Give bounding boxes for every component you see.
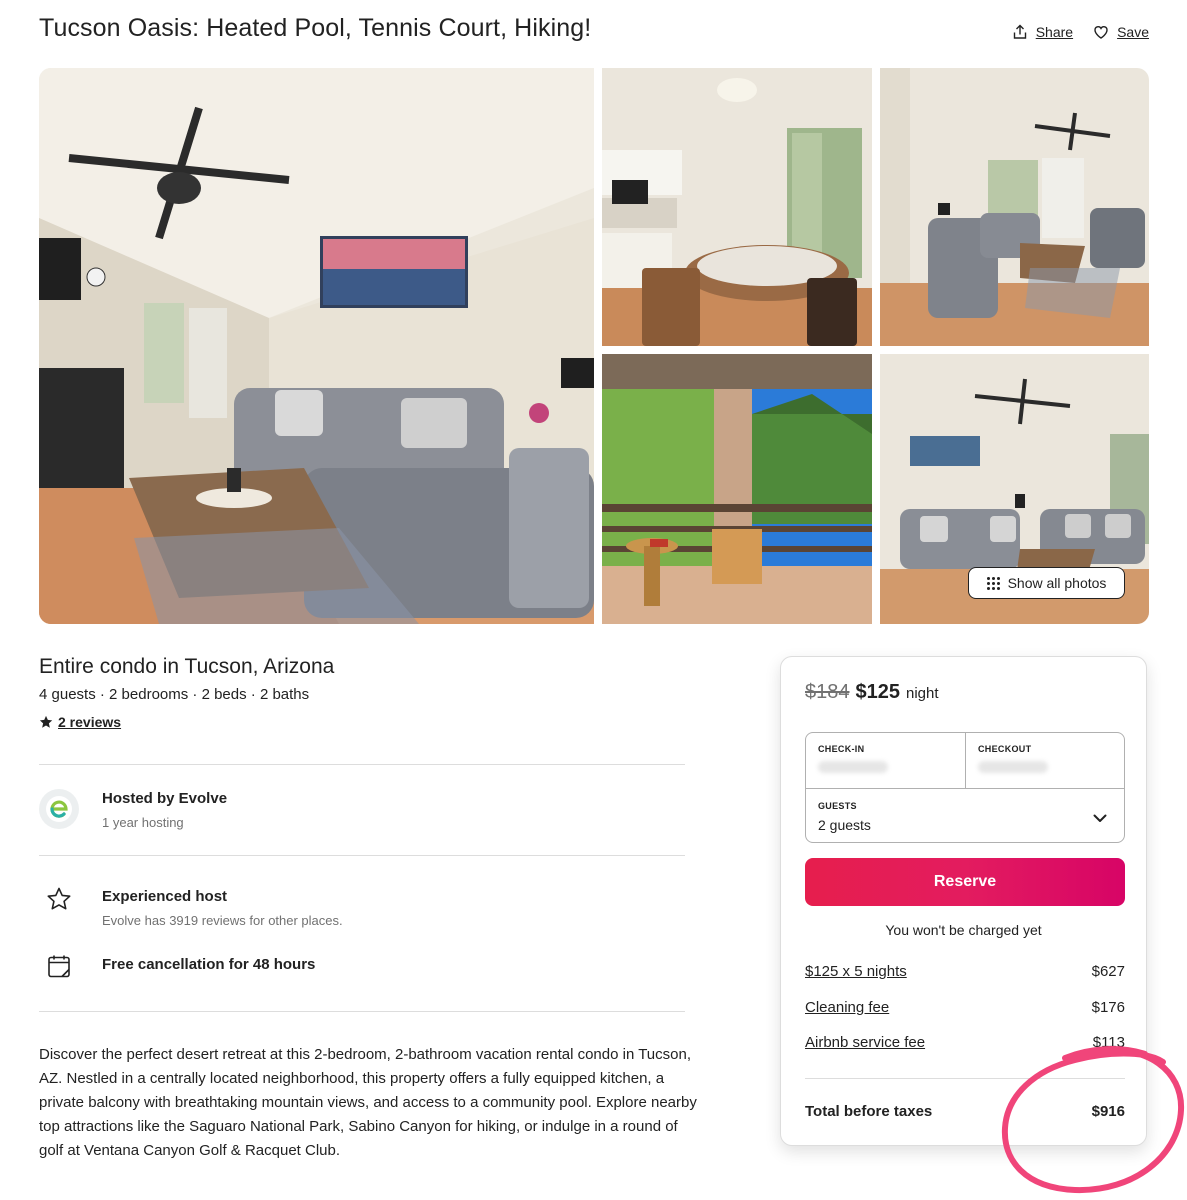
guests-value: 2 guests <box>818 817 871 833</box>
fee-row-nights: $125 x 5 nights $627 <box>805 963 1125 980</box>
booking-fields: CHECK-IN CHECKOUT GUESTS 2 guests <box>805 732 1125 843</box>
fee-row-service: Airbnb service fee $113 <box>805 1034 1125 1051</box>
fee-amount-cleaning: $176 <box>1091 999 1125 1016</box>
checkout-value-redacted <box>978 761 1048 773</box>
show-all-photos-label: Show all photos <box>1007 575 1107 591</box>
star-icon <box>39 715 53 728</box>
listing-title: Tucson Oasis: Heated Pool, Tennis Court,… <box>39 14 592 42</box>
fee-amount-service: $113 <box>1092 1034 1125 1051</box>
highlight-title-experienced-host: Experienced host <box>102 888 228 905</box>
evolve-logo-icon <box>46 796 72 822</box>
photo-kitchen[interactable] <box>602 68 872 346</box>
host-tenure: 1 year hosting <box>102 815 184 830</box>
nightly-price: $125 <box>855 681 901 703</box>
guests-label: GUESTS <box>818 801 857 811</box>
share-label: Share <box>1035 24 1074 40</box>
checkin-value-redacted <box>818 761 888 773</box>
reviews-link[interactable]: 2 reviews <box>58 714 121 730</box>
reserve-button[interactable]: Reserve <box>805 858 1125 906</box>
card-divider <box>805 1078 1125 1079</box>
photo-balcony[interactable] <box>602 354 872 624</box>
checkout-label: CHECKOUT <box>978 744 1032 754</box>
grid-icon <box>986 576 1000 590</box>
total-amount: $916 <box>1091 1103 1125 1120</box>
fee-label-nights[interactable]: $125 x 5 nights <box>805 963 907 980</box>
price-summary: $184 $125 night <box>805 681 939 704</box>
checkin-label: CHECK-IN <box>818 744 865 754</box>
star-outline-icon <box>47 887 71 910</box>
heart-icon <box>1094 26 1108 39</box>
fee-amount-nights: $627 <box>1091 963 1125 980</box>
chevron-down-icon[interactable] <box>1092 810 1108 826</box>
divider <box>39 764 685 765</box>
reviews-summary: 2 reviews <box>39 714 121 730</box>
top-actions: Share Save <box>1012 24 1149 40</box>
share-icon <box>1013 24 1026 39</box>
fee-label-cleaning[interactable]: Cleaning fee <box>805 999 889 1016</box>
host-avatar[interactable] <box>39 789 79 829</box>
price-unit: night <box>906 685 939 702</box>
divider <box>39 855 685 856</box>
highlight-subtitle-experienced-host: Evolve has 3919 reviews for other places… <box>102 913 343 928</box>
show-all-photos-button[interactable]: Show all photos <box>968 567 1125 599</box>
original-price: $184 <box>805 681 850 703</box>
highlight-title-free-cancellation: Free cancellation for 48 hours <box>102 956 316 973</box>
guests-field[interactable]: GUESTS 2 guests <box>806 790 1124 844</box>
listing-description: Discover the perfect desert retreat at t… <box>39 1046 697 1159</box>
share-button[interactable]: Share <box>1012 24 1073 40</box>
checkin-field[interactable]: CHECK-IN <box>806 733 965 789</box>
checkout-field[interactable]: CHECKOUT <box>966 733 1126 789</box>
total-label: Total before taxes <box>805 1103 933 1120</box>
total-row: Total before taxes $916 <box>805 1103 1125 1120</box>
fee-row-cleaning: Cleaning fee $176 <box>805 999 1125 1016</box>
fee-label-service[interactable]: Airbnb service fee <box>805 1034 925 1051</box>
calendar-icon <box>48 955 70 978</box>
photo-living-room[interactable] <box>39 68 594 624</box>
booking-card: $184 $125 night CHECK-IN CHECKOUT GUESTS… <box>780 656 1147 1146</box>
save-button[interactable]: Save <box>1093 24 1149 40</box>
save-label: Save <box>1117 24 1149 40</box>
photo-living-room-2[interactable] <box>880 68 1149 346</box>
not-charged-note: You won't be charged yet <box>885 922 1042 938</box>
listing-subtitle: Entire condo in Tucson, Arizona <box>39 655 335 678</box>
listing-specs: 4 guests · 2 bedrooms · 2 beds · 2 baths <box>39 686 310 703</box>
photo-gallery <box>39 68 1149 624</box>
divider <box>39 1011 685 1012</box>
host-name: Hosted by Evolve <box>102 790 228 807</box>
